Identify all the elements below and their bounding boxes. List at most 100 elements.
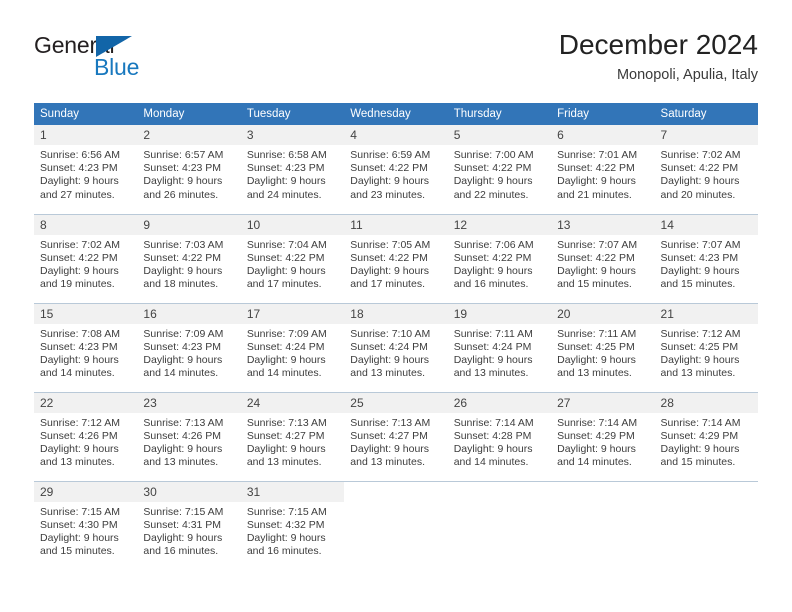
weekday-header-saturday: Saturday: [654, 103, 758, 125]
day-number: 21: [654, 303, 758, 324]
sunrise-text: Sunrise: 7:00 AM: [453, 149, 534, 161]
daylight-text-line1: Daylight: 9 hours: [557, 442, 636, 455]
page-header: General Blue December 2024 Monopoli, Apu…: [34, 28, 758, 94]
calendar-day-cell[interactable]: 15 Sunrise: 7:08 AM Sunset: 4:23 PM Dayligh…: [34, 302, 138, 392]
calendar-day-cell[interactable]: 25 Sunrise: 7:13 AM Sunset: 4:27 PM Dayligh…: [344, 391, 448, 481]
sunrise-text: Sunrise: 7:04 AM: [246, 238, 327, 251]
calendar-day-cell[interactable]: 22 Sunrise: 7:12 AM Sunset: 4:26 PM Dayligh…: [34, 391, 138, 481]
daylight-text-line1: Daylight: 9 hours: [40, 531, 119, 544]
calendar-day-cell[interactable]: 6 Sunrise: 7:01 AM Sunset: 4:22 PM Daylight…: [551, 125, 655, 214]
daylight-text-line1: Daylight: 9 hours: [350, 353, 430, 366]
calendar-day-cell[interactable]: 17 Sunrise: 7:09 AM Sunset: 4:24 PM Dayligh…: [240, 302, 345, 392]
calendar-week-row: 22 Sunrise: 7:12 AM Sunset: 4:26 PM Dayligh…: [34, 391, 758, 481]
daylight-text-line2: and 22 minutes.: [453, 188, 529, 201]
day-number: 14: [654, 214, 758, 235]
day-details: Sunrise: 7:12 AM Sunset: 4:26 PM Daylight:…: [34, 413, 137, 470]
calendar-day-cell[interactable]: 30 Sunrise: 7:15 AM Sunset: 4:31 PM Dayligh…: [137, 480, 241, 570]
calendar-day-cell[interactable]: 21 Sunrise: 7:12 AM Sunset: 4:25 PM Dayligh…: [654, 302, 758, 392]
calendar-day-cell[interactable]: 18 Sunrise: 7:10 AM Sunset: 4:24 PM Dayligh…: [344, 302, 448, 392]
calendar-table: Sunday Monday Tuesday Wednesday Thursday…: [34, 103, 758, 570]
page-subtitle: Monopoli, Apulia, Italy: [616, 67, 758, 83]
day-number: 19: [447, 303, 552, 324]
sunset-text: Sunset: 4:29 PM: [660, 429, 739, 442]
sunset-text: Sunset: 4:23 PM: [660, 251, 739, 264]
day-details: Sunrise: 7:09 AM Sunset: 4:24 PM Daylight:…: [241, 324, 344, 381]
daylight-text-line1: Daylight: 9 hours: [40, 442, 119, 455]
calendar-week-row: 15 Sunrise: 7:08 AM Sunset: 4:23 PM Dayligh…: [34, 302, 758, 392]
day-details: Sunrise: 7:07 AM Sunset: 4:22 PM Daylight:…: [551, 235, 654, 292]
sunset-text: Sunset: 4:22 PM: [143, 251, 222, 264]
calendar-header-row: Sunday Monday Tuesday Wednesday Thursday…: [34, 103, 758, 125]
day-number: 11: [344, 214, 448, 235]
calendar-day-cell[interactable]: 23 Sunrise: 7:13 AM Sunset: 4:26 PM Dayligh…: [137, 391, 241, 481]
sunrise-text: Sunrise: 6:59 AM: [350, 149, 431, 161]
calendar-day-cell[interactable]: 19 Sunrise: 7:11 AM Sunset: 4:24 PM Dayligh…: [447, 302, 552, 392]
sunset-text: Sunset: 4:29 PM: [557, 429, 635, 442]
calendar-day-cell[interactable]: 20 Sunrise: 7:11 AM Sunset: 4:25 PM Dayligh…: [551, 302, 655, 392]
general-blue-logo[interactable]: General Blue: [34, 32, 214, 88]
day-number: 31: [240, 481, 345, 502]
calendar-day-cell[interactable]: 11 Sunrise: 7:05 AM Sunset: 4:22 PM Dayligh…: [344, 213, 448, 303]
daylight-text-line1: Daylight: 9 hours: [143, 175, 223, 188]
daylight-text-line2: and 14 minutes.: [40, 367, 115, 380]
day-details: Sunrise: 7:11 AM Sunset: 4:24 PM Daylight:…: [448, 324, 551, 381]
calendar-day-cell[interactable]: 27 Sunrise: 7:14 AM Sunset: 4:29 PM Dayligh…: [551, 391, 655, 481]
day-details: Sunrise: 7:08 AM Sunset: 4:23 PM Daylight:…: [34, 324, 137, 381]
daylight-text-line1: Daylight: 9 hours: [453, 264, 533, 277]
calendar-day-cell[interactable]: 8 Sunrise: 7:02 AM Sunset: 4:22 PM Daylight…: [34, 213, 138, 303]
weekday-header-thursday: Thursday: [447, 103, 552, 125]
daylight-text-line2: and 23 minutes.: [350, 188, 425, 201]
sunrise-text: Sunrise: 7:02 AM: [660, 149, 741, 161]
sunset-text: Sunset: 4:24 PM: [453, 340, 532, 353]
sunset-text: Sunset: 4:22 PM: [40, 251, 118, 264]
calendar-day-cell[interactable]: 28 Sunrise: 7:14 AM Sunset: 4:29 PM Dayligh…: [654, 391, 758, 481]
sunset-text: Sunset: 4:28 PM: [453, 429, 532, 442]
calendar-day-cell[interactable]: 2 Sunrise: 6:57 AM Sunset: 4:23 PM Daylight…: [137, 125, 241, 214]
page-title: December 2024: [558, 29, 758, 60]
sunrise-text: Sunrise: 7:07 AM: [557, 238, 638, 251]
day-number: 23: [137, 392, 241, 413]
sunrise-text: Sunrise: 6:57 AM: [143, 149, 224, 161]
daylight-text-line2: and 14 minutes.: [143, 367, 219, 380]
day-details: Sunrise: 7:06 AM Sunset: 4:22 PM Daylight:…: [448, 235, 551, 292]
sunset-text: Sunset: 4:22 PM: [660, 162, 739, 175]
daylight-text-line2: and 26 minutes.: [143, 188, 219, 201]
daylight-text-line2: and 13 minutes.: [453, 367, 529, 380]
day-number: 5: [447, 125, 552, 145]
daylight-text-line2: and 17 minutes.: [246, 278, 322, 291]
day-number: 27: [551, 392, 655, 413]
sunrise-text: Sunrise: 7:14 AM: [453, 416, 534, 429]
calendar-day-cell[interactable]: 3 Sunrise: 6:58 AM Sunset: 4:23 PM Daylight…: [240, 125, 345, 214]
calendar-day-cell[interactable]: 1 Sunrise: 6:56 AM Sunset: 4:23 PM Daylight…: [34, 125, 138, 214]
day-details: Sunrise: 7:14 AM Sunset: 4:29 PM Daylight:…: [551, 413, 654, 470]
calendar-week-row: 1 Sunrise: 6:56 AM Sunset: 4:23 PM Daylight…: [34, 125, 758, 214]
calendar-day-cell[interactable]: 26 Sunrise: 7:14 AM Sunset: 4:28 PM Dayligh…: [447, 391, 552, 481]
daylight-text-line2: and 13 minutes.: [557, 367, 632, 380]
daylight-text-line2: and 17 minutes.: [350, 278, 425, 291]
daylight-text-line2: and 16 minutes.: [143, 545, 219, 558]
calendar-day-cell[interactable]: 9 Sunrise: 7:03 AM Sunset: 4:22 PM Daylight…: [137, 213, 241, 303]
day-details: Sunrise: 7:13 AM Sunset: 4:27 PM Daylight:…: [241, 413, 344, 470]
calendar-day-cell[interactable]: 24 Sunrise: 7:13 AM Sunset: 4:27 PM Dayligh…: [240, 391, 345, 481]
calendar-day-cell[interactable]: 12 Sunrise: 7:06 AM Sunset: 4:22 PM Dayligh…: [447, 213, 552, 303]
day-number: [344, 482, 447, 502]
calendar-day-cell[interactable]: 13 Sunrise: 7:07 AM Sunset: 4:22 PM Dayligh…: [551, 213, 655, 303]
calendar-day-cell[interactable]: 29 Sunrise: 7:15 AM Sunset: 4:30 PM Dayligh…: [34, 480, 138, 570]
calendar-day-cell[interactable]: 5 Sunrise: 7:00 AM Sunset: 4:22 PM Daylight…: [447, 125, 552, 214]
calendar-day-cell[interactable]: 14 Sunrise: 7:07 AM Sunset: 4:23 PM Dayligh…: [654, 213, 758, 303]
calendar-day-cell[interactable]: 4 Sunrise: 6:59 AM Sunset: 4:22 PM Daylight…: [344, 125, 448, 214]
daylight-text-line1: Daylight: 9 hours: [557, 264, 636, 277]
daylight-text-line2: and 14 minutes.: [246, 367, 322, 380]
day-details: Sunrise: 7:03 AM Sunset: 4:22 PM Daylight:…: [137, 235, 240, 292]
calendar-day-cell[interactable]: 10 Sunrise: 7:04 AM Sunset: 4:22 PM Dayligh…: [240, 213, 345, 303]
day-details: Sunrise: 6:56 AM Sunset: 4:23 PM Daylight:…: [34, 145, 137, 202]
sunset-text: Sunset: 4:32 PM: [246, 518, 325, 531]
daylight-text-line1: Daylight: 9 hours: [350, 442, 430, 455]
calendar-day-cell[interactable]: 16 Sunrise: 7:09 AM Sunset: 4:23 PM Dayligh…: [137, 302, 241, 392]
calendar-day-cell[interactable]: 7 Sunrise: 7:02 AM Sunset: 4:22 PM Daylight…: [654, 125, 758, 214]
sunset-text: Sunset: 4:27 PM: [350, 429, 428, 442]
sunset-text: Sunset: 4:31 PM: [143, 518, 222, 531]
calendar-day-cell[interactable]: 31 Sunrise: 7:15 AM Sunset: 4:32 PM Dayligh…: [240, 480, 345, 570]
calendar-page: General Blue December 2024 Monopoli, Apu…: [0, 0, 792, 612]
daylight-text-line1: Daylight: 9 hours: [453, 353, 533, 366]
